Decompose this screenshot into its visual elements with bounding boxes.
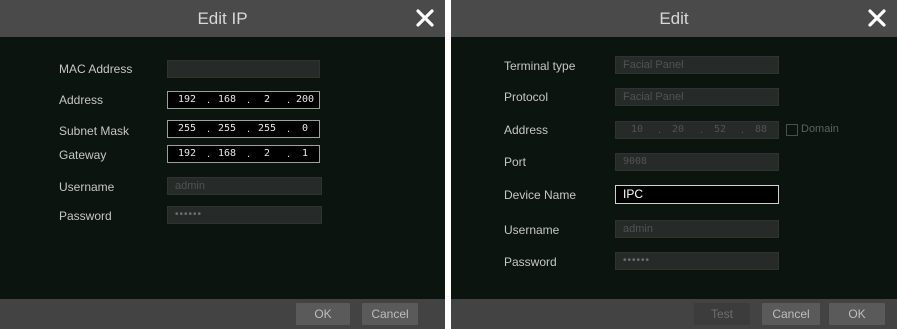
edit-ip-dialog: Edit IP MAC Address Address 192 . 168 . …	[0, 0, 445, 329]
subnet-octet-3[interactable]: 255	[252, 121, 282, 137]
address-ip-input[interactable]: 192 . 168 . 2 . 200	[167, 91, 320, 109]
password-field[interactable]: ••••••	[167, 206, 322, 224]
dialog-titlebar: Edit IP	[0, 0, 445, 37]
protocol-field[interactable]: Facial Panel	[615, 88, 779, 106]
test-button[interactable]: Test	[694, 303, 750, 325]
device-name-input[interactable]: IPC	[615, 185, 779, 204]
mac-address-label: MAC Address	[59, 62, 133, 76]
octet-separator: .	[207, 148, 211, 160]
address-octet-3[interactable]: 52	[705, 122, 735, 138]
close-button[interactable]	[413, 6, 437, 30]
edit-device-dialog: Edit Terminal type Facial Panel Protocol…	[451, 0, 897, 329]
octet-separator: .	[207, 94, 211, 106]
address-octet-2[interactable]: 168	[212, 92, 242, 108]
gateway-label: Gateway	[59, 148, 107, 162]
address-octet-2[interactable]: 20	[663, 122, 693, 138]
ok-button[interactable]: OK	[296, 303, 350, 325]
address-octet-4[interactable]: 88	[746, 122, 776, 138]
cancel-button[interactable]: Cancel	[762, 303, 820, 325]
username-field[interactable]: admin	[167, 177, 322, 195]
dialog-titlebar: Edit	[451, 0, 897, 37]
gateway-octet-1[interactable]: 192	[172, 146, 202, 162]
gateway-input[interactable]: 192 . 168 . 2 . 1	[167, 145, 320, 163]
port-field[interactable]: 9008	[615, 153, 779, 171]
subnet-mask-input[interactable]: 255 . 255 . 255 . 0	[167, 120, 320, 138]
gateway-octet-2[interactable]: 168	[212, 146, 242, 162]
terminal-type-label: Terminal type	[504, 59, 576, 73]
device-name-label: Device Name	[504, 188, 577, 202]
cancel-button[interactable]: Cancel	[362, 303, 418, 325]
terminal-type-field[interactable]: Facial Panel	[615, 56, 779, 74]
domain-label: Domain	[801, 123, 839, 135]
protocol-label: Protocol	[504, 90, 549, 104]
port-label: Port	[504, 155, 527, 169]
octet-separator: .	[247, 94, 251, 106]
address-label: Address	[504, 123, 549, 137]
address-label: Address	[59, 93, 104, 107]
octet-separator: .	[700, 124, 704, 136]
address-octet-1[interactable]: 10	[622, 122, 652, 138]
password-field[interactable]: ••••••	[615, 252, 779, 270]
username-field[interactable]: admin	[615, 220, 779, 238]
subnet-octet-2[interactable]: 255	[212, 121, 242, 137]
dialog-title: Edit	[659, 9, 689, 28]
close-icon	[416, 9, 434, 27]
octet-separator: .	[207, 123, 211, 135]
username-label: Username	[59, 180, 115, 194]
subnet-octet-1[interactable]: 255	[172, 121, 202, 137]
address-ip-input[interactable]: 10 . 20 . 52 . 88	[615, 121, 779, 139]
dialog-footer: Test Cancel OK	[451, 299, 897, 329]
octet-separator: .	[658, 124, 662, 136]
username-label: Username	[504, 223, 560, 237]
close-button[interactable]	[865, 6, 889, 30]
gateway-octet-4[interactable]: 1	[290, 146, 319, 162]
mac-address-field[interactable]	[167, 60, 320, 78]
domain-checkbox[interactable]	[786, 124, 798, 136]
octet-separator: .	[247, 123, 251, 135]
close-icon	[868, 9, 886, 27]
octet-separator: .	[741, 124, 745, 136]
address-octet-4[interactable]: 200	[290, 92, 319, 108]
gateway-octet-3[interactable]: 2	[252, 146, 282, 162]
password-label: Password	[59, 209, 112, 223]
address-octet-3[interactable]: 2	[252, 92, 282, 108]
subnet-octet-4[interactable]: 0	[290, 121, 319, 137]
ok-button[interactable]: OK	[829, 303, 885, 325]
octet-separator: .	[247, 148, 251, 160]
dialog-footer: OK Cancel	[0, 299, 445, 329]
password-label: Password	[504, 255, 557, 269]
dialog-title: Edit IP	[197, 9, 248, 28]
address-octet-1[interactable]: 192	[172, 92, 202, 108]
subnet-mask-label: Subnet Mask	[59, 124, 130, 138]
